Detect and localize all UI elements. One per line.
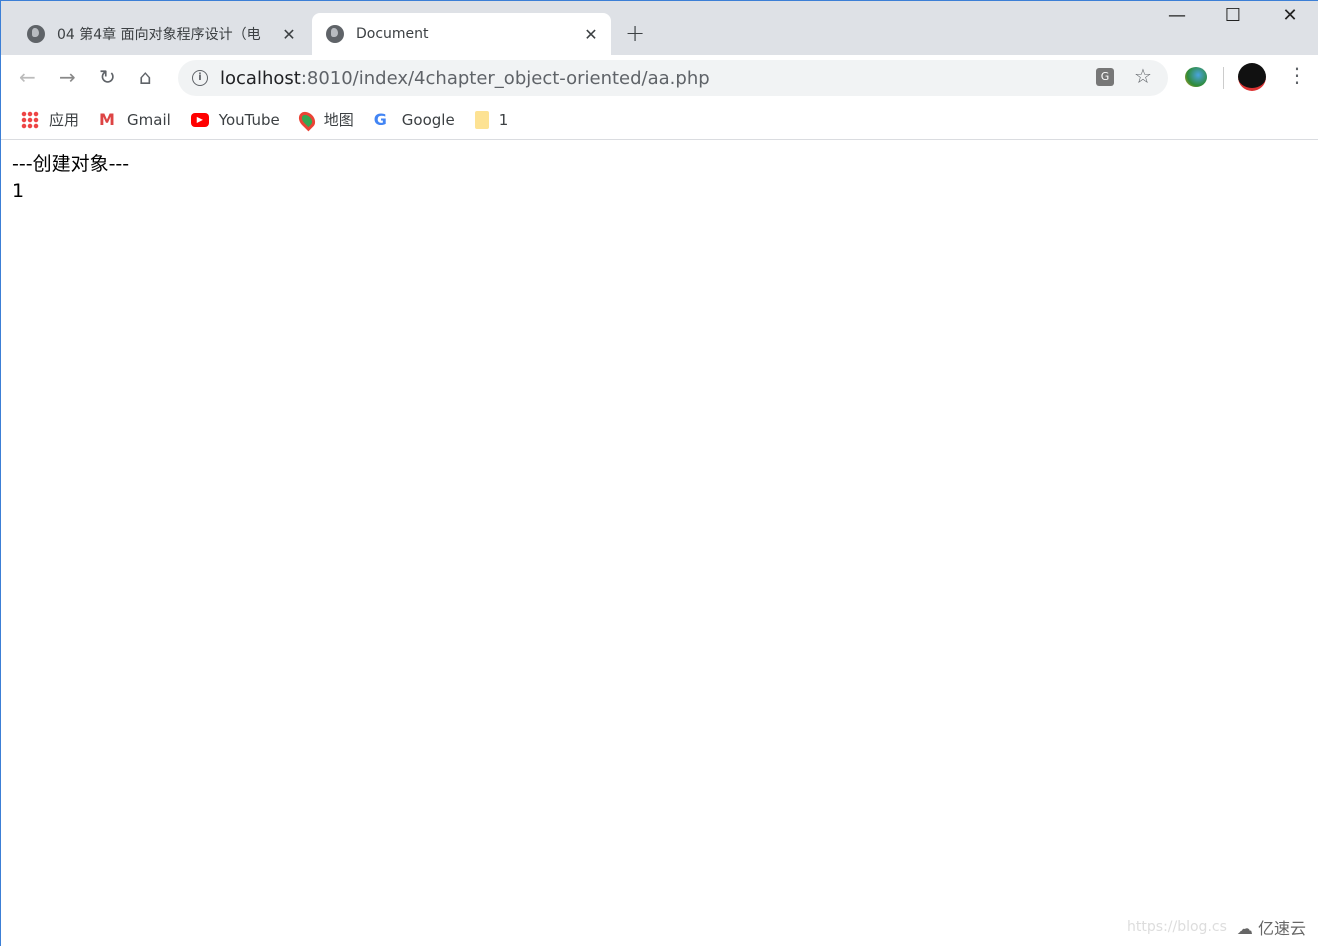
gmail-icon: M [99,109,115,129]
bookmark-folder-1[interactable]: 1 [474,110,508,129]
reload-button[interactable]: ↻ [99,65,116,89]
bookmark-star-icon[interactable]: ☆ [1134,64,1152,88]
avatar[interactable] [1238,63,1266,91]
bookmarks-bar: 应用 M Gmail ▶ YouTube 地图 G Google 1 [1,100,1318,140]
url-text[interactable]: localhost:8010/index/4chapter_object-ori… [220,68,710,89]
address-bar[interactable]: i localhost:8010/index/4chapter_object-o… [178,60,1168,96]
yisu-cloud-logo: ☁ 亿速云 [1236,919,1306,938]
apps-grid-icon [21,110,39,129]
forward-button[interactable]: → [59,65,76,89]
bookmark-youtube[interactable]: ▶ YouTube [190,111,280,129]
toolbar: ← → ↻ ⌂ i localhost:8010/index/4chapter_… [1,55,1318,100]
tab-chapter4[interactable]: 04 第4章 面向对象程序设计（电 ✕ [13,13,309,55]
globe-icon [27,25,45,43]
back-button[interactable]: ← [19,65,36,89]
info-icon[interactable]: i [192,70,208,86]
home-button[interactable]: ⌂ [139,65,152,89]
youtube-icon: ▶ [190,112,209,127]
new-tab-button[interactable]: + [625,19,645,47]
tab-title: 04 第4章 面向对象程序设计（电 [57,27,261,43]
translate-icon[interactable]: G [1096,68,1114,86]
close-window-button[interactable]: ✕ [1262,5,1318,26]
tab-title: Document [356,26,429,42]
output-value: 1 [12,180,25,202]
bookmark-gmail[interactable]: M Gmail [99,109,171,129]
bookmark-maps[interactable]: 地图 [295,108,354,131]
close-tab-icon[interactable]: ✕ [277,25,301,44]
maximize-button[interactable]: ☐ [1205,5,1261,26]
watermark: https://blog.cs ☁ 亿速云 [1127,915,1306,939]
page-content: ---创建对象--- 1 [12,151,129,205]
output-heading: ---创建对象--- [12,153,130,175]
maps-pin-icon [295,108,319,131]
folder-icon [474,110,489,129]
google-g-icon: G [373,109,387,129]
minimize-button[interactable]: — [1149,5,1205,26]
bookmark-apps[interactable]: 应用 [21,109,79,130]
close-tab-icon[interactable]: ✕ [579,25,603,44]
tab-strip: 04 第4章 面向对象程序设计（电 ✕ Document ✕ + — ☐ ✕ [1,1,1318,55]
globe-icon [326,25,344,43]
menu-dots-icon[interactable]: ⋮ [1287,63,1307,87]
tab-document[interactable]: Document ✕ [312,13,611,55]
bookmark-google[interactable]: G Google [373,109,455,129]
download-manager-extension-icon[interactable] [1185,67,1207,87]
divider [1223,67,1224,89]
